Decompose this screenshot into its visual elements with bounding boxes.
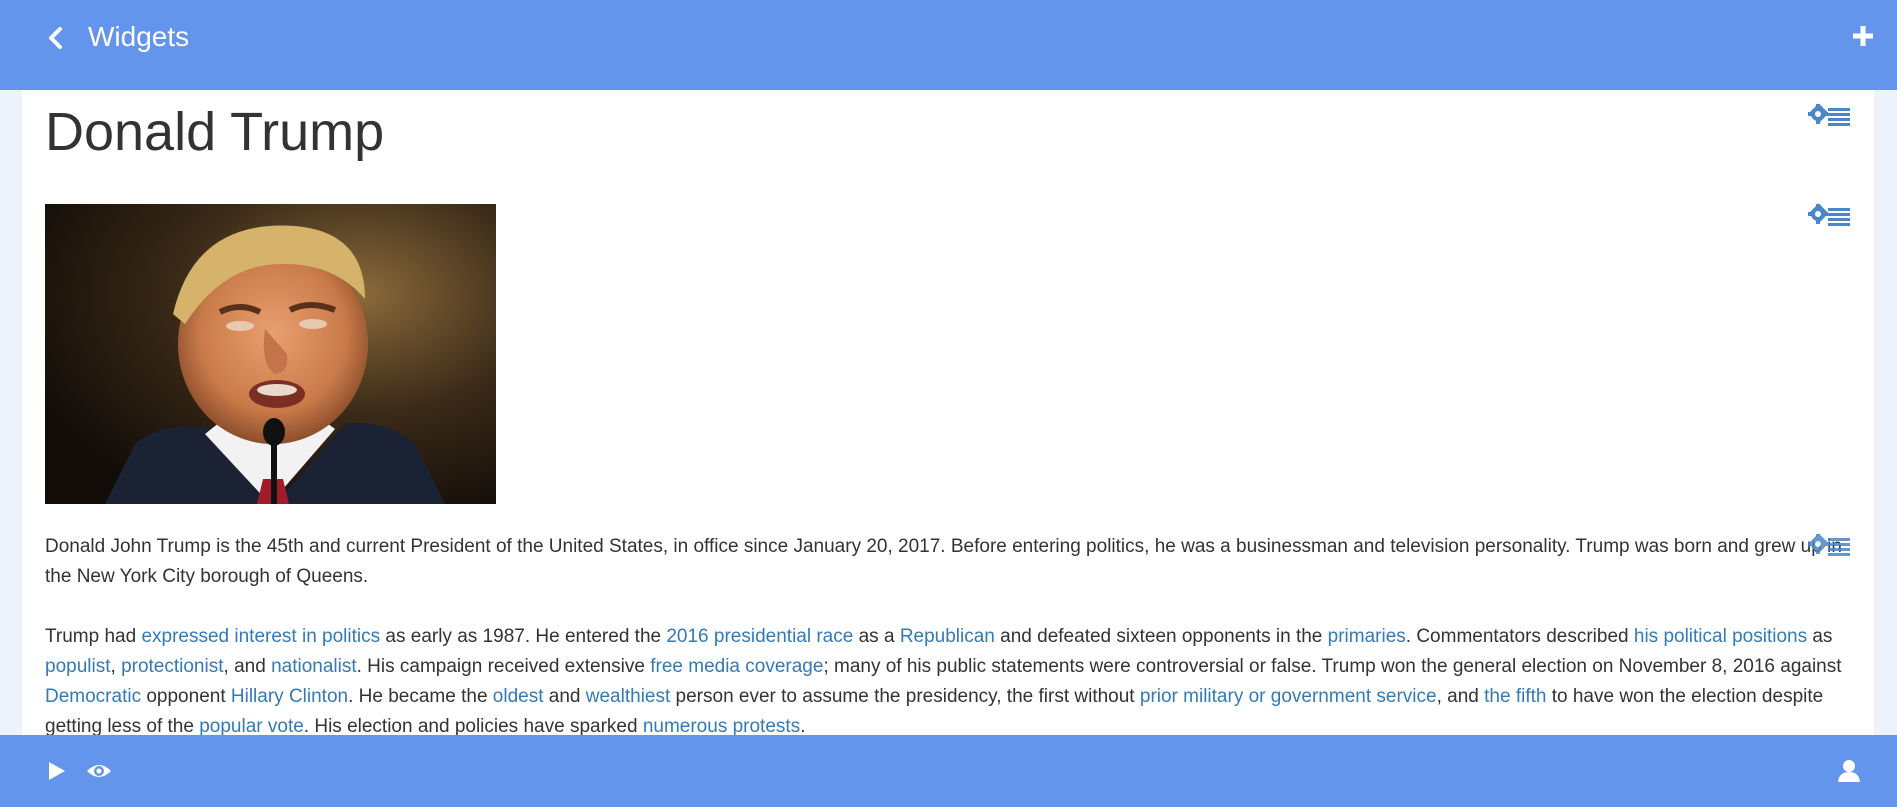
eye-icon[interactable] — [86, 759, 111, 783]
text-content: Donald John Trump is the 45th and curren… — [45, 532, 1855, 735]
image-widget-settings-icon[interactable] — [1808, 203, 1852, 227]
portrait-image — [45, 204, 496, 504]
link-democratic[interactable]: Democratic — [45, 686, 141, 707]
career-paragraph: Trump had expressed interest in politics… — [45, 626, 1842, 735]
link-primaries[interactable]: primaries — [1328, 626, 1406, 647]
plus-icon[interactable] — [1851, 24, 1875, 48]
play-icon[interactable] — [44, 759, 68, 783]
heading-widget-settings-icon[interactable] — [1808, 103, 1852, 127]
article-heading: Donald Trump — [45, 102, 385, 162]
link-republican[interactable]: Republican — [900, 626, 995, 647]
link-free-media-coverage[interactable]: free media coverage — [650, 656, 823, 677]
link-expressed-interest[interactable]: expressed interest in politics — [141, 626, 380, 647]
intro-paragraph: Donald John Trump is the 45th and curren… — [45, 536, 1842, 587]
link-2016-presidential-race[interactable]: 2016 presidential race — [666, 626, 853, 647]
link-populist[interactable]: populist — [45, 656, 111, 677]
top-bar: Widgets — [0, 0, 1897, 90]
link-nationalist[interactable]: nationalist — [271, 656, 357, 677]
text-widget-settings-icon[interactable] — [1808, 533, 1852, 557]
chevron-left-icon[interactable] — [44, 26, 68, 50]
link-protectionist[interactable]: protectionist — [121, 656, 223, 677]
link-prior-service[interactable]: prior military or government service — [1140, 686, 1437, 707]
link-wealthiest[interactable]: wealthiest — [586, 686, 671, 707]
link-numerous-protests[interactable]: numerous protests — [643, 716, 800, 735]
link-oldest[interactable]: oldest — [493, 686, 544, 707]
page-title: Widgets — [88, 21, 190, 52]
bottom-bar — [0, 735, 1897, 807]
link-political-positions[interactable]: his political positions — [1634, 626, 1807, 647]
widget-canvas: Donald Trump Donald John Trump is the 45… — [22, 90, 1874, 735]
link-popular-vote[interactable]: popular vote — [199, 716, 304, 735]
link-the-fifth[interactable]: the fifth — [1484, 686, 1546, 707]
user-icon[interactable] — [1837, 759, 1861, 783]
link-hillary-clinton[interactable]: Hillary Clinton — [231, 686, 348, 707]
